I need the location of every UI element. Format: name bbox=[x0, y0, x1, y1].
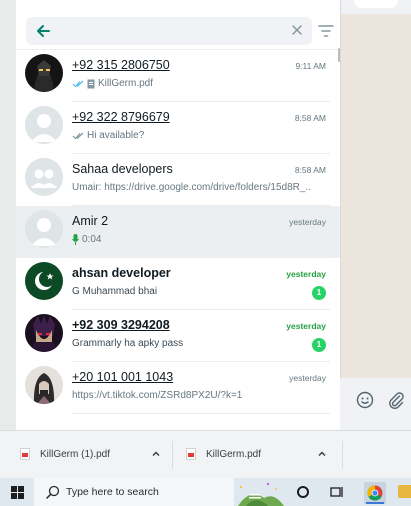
default-group-avatar bbox=[25, 158, 63, 196]
unread-badge: 1 bbox=[312, 338, 326, 352]
preview-text: Umair: https://drive.google.com/drive/fo… bbox=[72, 182, 312, 193]
message-composer bbox=[340, 378, 411, 430]
chat-row[interactable]: +92 309 3294208 yesterday Grammarly ha a… bbox=[16, 310, 340, 362]
conversation-header bbox=[340, 0, 411, 14]
taskbar-search-placeholder: Type here to search bbox=[66, 486, 159, 498]
task-view-icon[interactable] bbox=[330, 485, 344, 499]
default-user-avatar bbox=[25, 210, 63, 248]
double-check-read-icon bbox=[72, 80, 84, 87]
chat-time: 8:58 AM bbox=[294, 113, 326, 123]
chat-name: Sahaa developers bbox=[72, 162, 173, 176]
chat-preview: Grammarly ha apky pass bbox=[72, 338, 312, 349]
chat-meta: Amir 2 yesterday 0:04 bbox=[72, 206, 330, 258]
chat-row[interactable]: Sahaa developers 8:58 AM Umair: https://… bbox=[16, 154, 340, 206]
download-separator bbox=[172, 441, 173, 469]
chat-name: ahsan developer bbox=[72, 266, 171, 280]
chat-name: +92 322 8796679 bbox=[72, 110, 170, 124]
chat-meta: ahsan developer yesterday G Muhammad bha… bbox=[72, 258, 330, 310]
red-eyed-character-avatar bbox=[25, 314, 63, 352]
chat-name: +92 309 3294208 bbox=[72, 318, 170, 332]
chat-name: +92 315 2806750 bbox=[72, 58, 170, 72]
preview-text: G Muhammad bhai bbox=[72, 286, 158, 297]
attach-icon[interactable] bbox=[387, 391, 405, 409]
header-chip bbox=[354, 0, 398, 8]
active-app-indicator bbox=[366, 502, 384, 504]
arrow-left-icon[interactable] bbox=[34, 22, 52, 40]
chat-preview: G Muhammad bhai bbox=[72, 286, 312, 297]
chat-time: yesterday bbox=[286, 321, 326, 331]
chat-meta: +92 315 2806750 9:11 AM KillGerm.pdf bbox=[72, 50, 330, 102]
default-user-avatar bbox=[25, 106, 63, 144]
chat-time: yesterday bbox=[289, 373, 326, 383]
chat-meta: +92 322 8796679 8:58 AM Hi available? bbox=[72, 102, 330, 154]
search-bar bbox=[16, 10, 340, 50]
preview-text: https://vt.tiktok.com/ZSRd8PX2U/?k=1 bbox=[72, 390, 243, 401]
chat-preview: Umair: https://drive.google.com/drive/fo… bbox=[72, 182, 312, 193]
mic-icon bbox=[72, 234, 79, 245]
cortana-icon[interactable] bbox=[297, 486, 309, 498]
chat-meta: +20 101 001 1043 yesterday https://vt.ti… bbox=[72, 362, 330, 414]
chevron-up-icon[interactable] bbox=[316, 448, 328, 460]
chat-row-selected[interactable]: Amir 2 yesterday 0:04 bbox=[16, 206, 340, 258]
pdf-icon bbox=[186, 448, 196, 460]
screen: +92 315 2806750 9:11 AM KillGerm.pdf +92… bbox=[0, 0, 411, 506]
chat-time: yesterday bbox=[286, 269, 326, 279]
windows-logo-icon[interactable] bbox=[11, 486, 24, 499]
preview-text: Grammarly ha apky pass bbox=[72, 338, 184, 349]
chat-time: yesterday bbox=[289, 217, 326, 227]
preview-text: KillGerm.pdf bbox=[98, 78, 154, 89]
chrome-icon[interactable] bbox=[364, 482, 386, 504]
double-check-icon bbox=[72, 132, 84, 139]
search-highlight-icon bbox=[238, 482, 284, 506]
unread-badge: 1 bbox=[312, 286, 326, 300]
chat-time: 8:58 AM bbox=[294, 165, 326, 175]
download-item[interactable]: KillGerm.pdf bbox=[186, 443, 338, 467]
chat-name: +20 101 001 1043 bbox=[72, 370, 174, 384]
chat-list-panel: +92 315 2806750 9:11 AM KillGerm.pdf +92… bbox=[16, 0, 340, 430]
chat-time: 9:11 AM bbox=[295, 61, 326, 71]
chat-list-scrollbar[interactable] bbox=[338, 48, 340, 62]
preview-text: 0:04 bbox=[82, 234, 102, 245]
preview-text: Hi available? bbox=[87, 130, 145, 141]
filter-icon[interactable] bbox=[318, 24, 334, 38]
chat-row[interactable]: +92 322 8796679 8:58 AM Hi available? bbox=[16, 102, 340, 154]
pane-divider bbox=[340, 0, 341, 430]
left-background bbox=[0, 0, 16, 430]
taskbar: Type here to search bbox=[0, 478, 411, 506]
download-item[interactable]: KillGerm (1).pdf bbox=[20, 443, 170, 467]
downloads-bar: KillGerm (1).pdf KillGerm.pdf bbox=[0, 430, 411, 478]
document-icon bbox=[87, 79, 95, 88]
search-input[interactable] bbox=[26, 17, 312, 45]
pakistan-flag-avatar bbox=[25, 262, 63, 300]
download-separator bbox=[342, 441, 343, 469]
close-icon[interactable] bbox=[290, 23, 304, 37]
chat-row[interactable]: ahsan developer yesterday G Muhammad bha… bbox=[16, 258, 340, 310]
chat-preview: 0:04 bbox=[72, 234, 312, 245]
chat-row[interactable]: +92 315 2806750 9:11 AM KillGerm.pdf bbox=[16, 50, 340, 102]
chat-preview: https://vt.tiktok.com/ZSRd8PX2U/?k=1 bbox=[72, 390, 312, 401]
chat-name: Amir 2 bbox=[72, 214, 109, 228]
dark-character-avatar bbox=[25, 54, 63, 92]
chevron-up-icon[interactable] bbox=[150, 448, 162, 460]
chrome-logo bbox=[367, 485, 383, 501]
chat-preview: Hi available? bbox=[72, 130, 312, 141]
pdf-icon bbox=[20, 448, 30, 460]
download-filename: KillGerm.pdf bbox=[206, 449, 262, 460]
chat-row[interactable]: +20 101 001 1043 yesterday https://vt.ti… bbox=[16, 362, 340, 414]
chat-meta: Sahaa developers 8:58 AM Umair: https://… bbox=[72, 154, 330, 206]
search-icon bbox=[46, 485, 60, 499]
chat-preview: KillGerm.pdf bbox=[72, 78, 312, 89]
conversation-pane bbox=[340, 0, 411, 430]
download-filename: KillGerm (1).pdf bbox=[40, 449, 111, 460]
chat-meta: +92 309 3294208 yesterday Grammarly ha a… bbox=[72, 310, 330, 362]
file-explorer-icon[interactable] bbox=[398, 485, 411, 498]
taskbar-search-box[interactable]: Type here to search bbox=[34, 478, 234, 506]
hooded-figure-avatar bbox=[25, 366, 63, 404]
emoji-icon[interactable] bbox=[356, 391, 374, 409]
